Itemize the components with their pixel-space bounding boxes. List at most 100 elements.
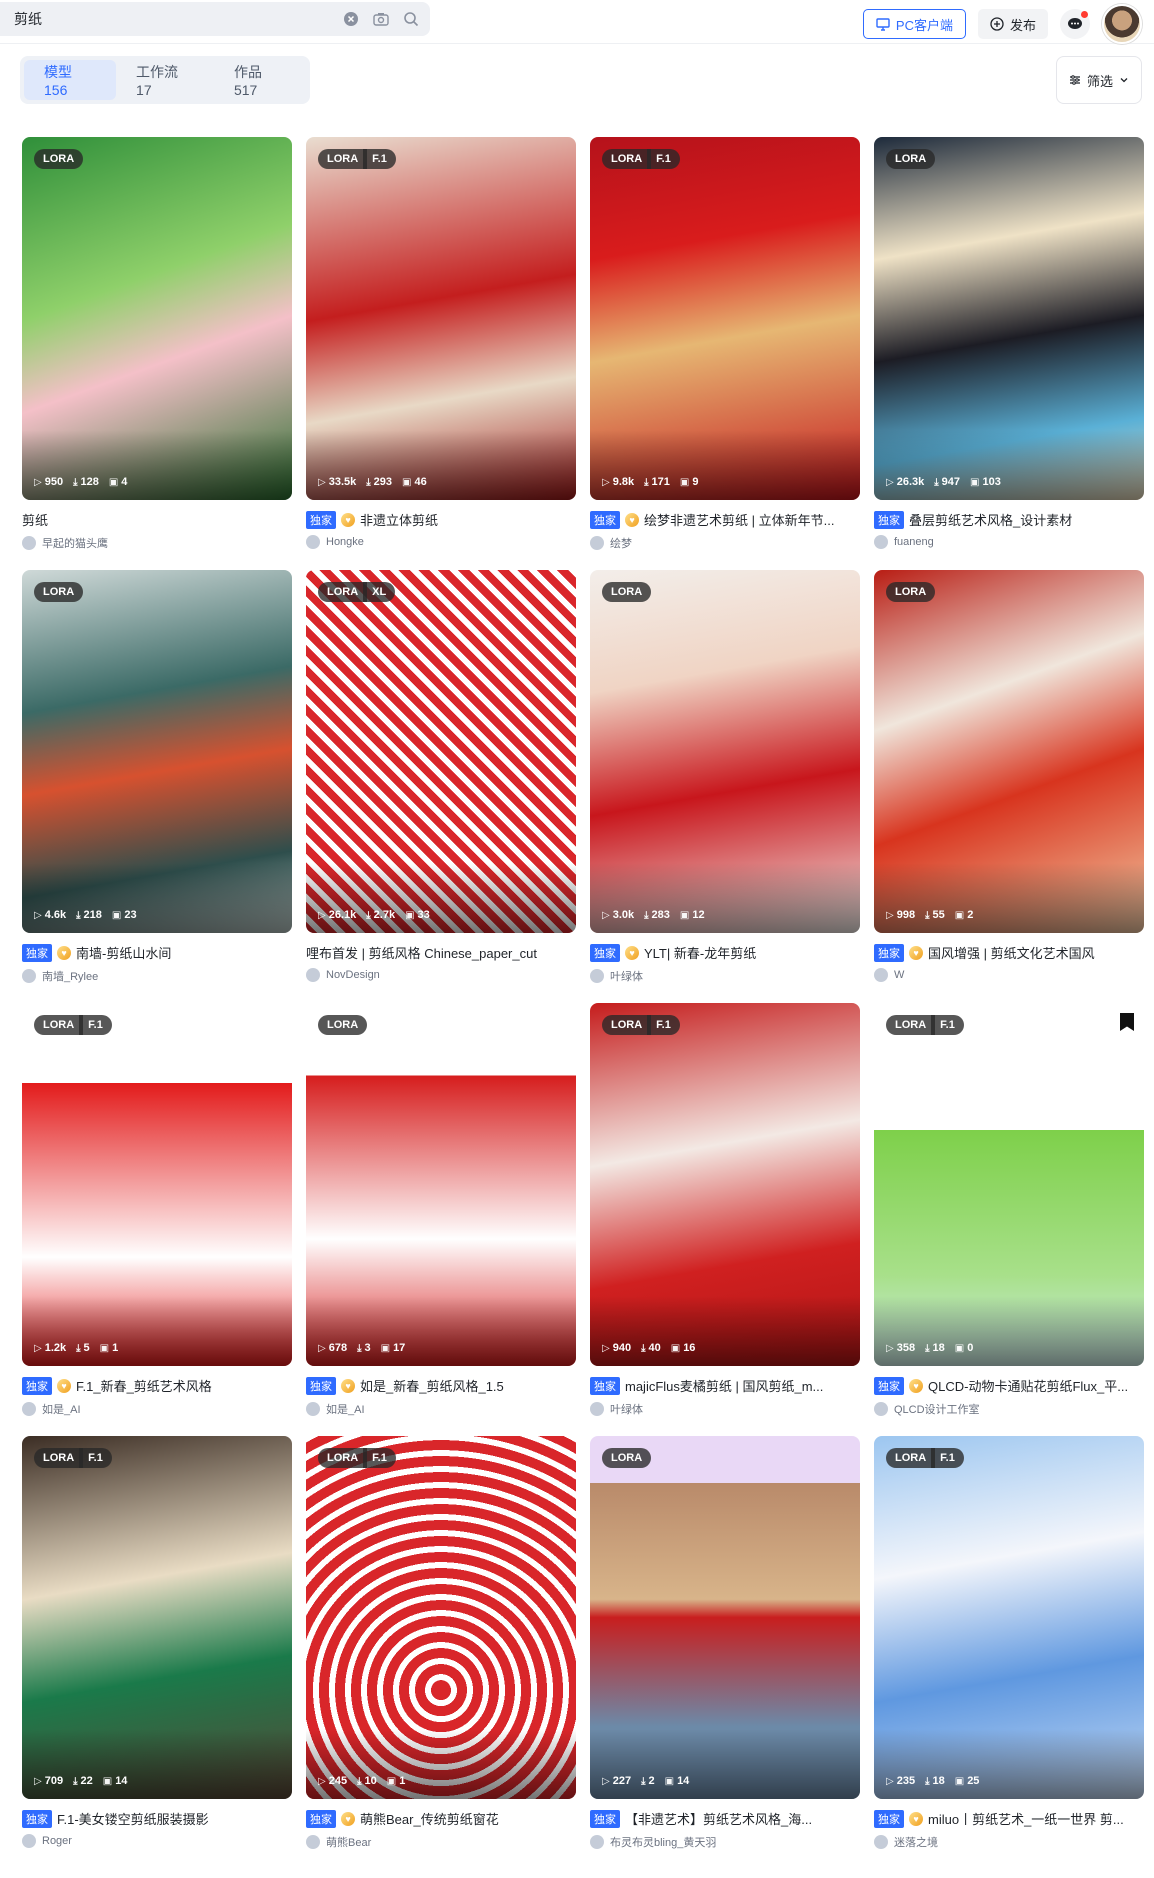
model-title[interactable]: 国风增强 | 剪纸文化艺术国风 (928, 943, 1095, 962)
author-name[interactable]: 南墙_Rylee (42, 968, 98, 984)
author-name[interactable]: fuaneng (894, 536, 934, 548)
model-title[interactable]: YLT| 新春-龙年剪纸 (644, 943, 756, 962)
card-title-row[interactable]: 独家 ♥ YLT| 新春-龙年剪纸 (590, 943, 860, 962)
model-thumbnail[interactable]: LORA ▷ 4.6k ⤓ 218 ▣ 23 (22, 570, 292, 933)
model-card[interactable]: LORA F.1 ▷ 33.5k ⤓ 293 ▣ 46 独家 ♥ 非遗立体剪纸 Hong… (306, 137, 576, 567)
model-title[interactable]: 剪纸 (22, 510, 48, 529)
card-title-row[interactable]: 独家 ♥ 如是_新春_剪纸风格_1.5 (306, 1376, 576, 1395)
model-thumbnail[interactable]: LORA F.1 ▷ 33.5k ⤓ 293 ▣ 46 (306, 137, 576, 500)
author-avatar[interactable] (874, 535, 888, 549)
model-card[interactable]: LORA XL ▷ 26.1k ⤓ 2.7k ▣ 33 哩布首发 | 剪纸风格 Chin… (306, 570, 576, 1000)
author-avatar[interactable] (590, 969, 604, 983)
model-thumbnail[interactable]: LORA F.1 ▷ 235 ⤓ 18 ▣ 25 (874, 1436, 1144, 1799)
card-title-row[interactable]: 独家 【非遗艺术】剪纸艺术风格_海... (590, 1809, 860, 1828)
model-card[interactable]: LORA ▷ 26.3k ⤓ 947 ▣ 103 独家 叠层剪纸艺术风格_设计素材 f… (874, 137, 1144, 567)
author-row[interactable]: 萌熊Bear (306, 1834, 371, 1850)
author-name[interactable]: NovDesign (326, 969, 380, 981)
author-row[interactable]: W (874, 968, 904, 982)
model-title[interactable]: 绘梦非遗艺术剪纸 | 立体新年节... (644, 510, 834, 529)
model-title[interactable]: majicFlus麦橘剪纸 | 国风剪纸_m... (625, 1376, 823, 1395)
author-row[interactable]: 早起的猫头鹰 (22, 535, 108, 551)
author-name[interactable]: 萌熊Bear (326, 1834, 371, 1850)
model-thumbnail[interactable]: LORA ▷ 3.0k ⤓ 283 ▣ 12 (590, 570, 860, 933)
clear-icon[interactable] (340, 8, 362, 30)
card-title-row[interactable]: 哩布首发 | 剪纸风格 Chinese_paper_cut (306, 943, 576, 962)
model-card[interactable]: LORA F.1 ▷ 235 ⤓ 18 ▣ 25 独家 ♥ miluo丨剪纸艺术_一纸一… (874, 1436, 1144, 1866)
author-name[interactable]: W (894, 969, 904, 981)
author-avatar[interactable] (22, 1402, 36, 1416)
model-thumbnail[interactable]: LORA XL ▷ 26.1k ⤓ 2.7k ▣ 33 (306, 570, 576, 933)
model-thumbnail[interactable]: LORA F.1 ▷ 358 ⤓ 18 ▣ 0 (874, 1003, 1144, 1366)
pc-client-button[interactable]: PC客户端 (862, 9, 966, 39)
search-icon[interactable] (400, 8, 422, 30)
author-row[interactable]: Roger (22, 1834, 72, 1848)
camera-icon[interactable] (370, 8, 392, 30)
model-thumbnail[interactable]: LORA F.1 ▷ 940 ⤓ 40 ▣ 16 (590, 1003, 860, 1366)
model-title[interactable]: miluo丨剪纸艺术_一纸一世界 剪... (928, 1809, 1124, 1828)
author-avatar[interactable] (306, 535, 320, 549)
model-card[interactable]: LORA ▷ 227 ⤓ 2 ▣ 14 独家 【非遗艺术】剪纸艺术风格_海... 布灵… (590, 1436, 860, 1866)
author-avatar[interactable] (306, 968, 320, 982)
model-card[interactable]: LORA ▷ 678 ⤓ 3 ▣ 17 独家 ♥ 如是_新春_剪纸风格_1.5 如是_… (306, 1003, 576, 1433)
search-bar[interactable]: 剪纸 (0, 2, 430, 36)
model-card[interactable]: LORA ▷ 950 ⤓ 128 ▣ 4 剪纸 早起的猫头鹰 (22, 137, 292, 567)
model-title[interactable]: 非遗立体剪纸 (360, 510, 438, 529)
author-avatar[interactable] (590, 1402, 604, 1416)
model-thumbnail[interactable]: LORA ▷ 678 ⤓ 3 ▣ 17 (306, 1003, 576, 1366)
author-row[interactable]: 迷落之境 (874, 1834, 938, 1850)
author-avatar[interactable] (306, 1835, 320, 1849)
author-avatar[interactable] (306, 1402, 320, 1416)
model-thumbnail[interactable]: LORA ▷ 26.3k ⤓ 947 ▣ 103 (874, 137, 1144, 500)
author-name[interactable]: 迷落之境 (894, 1834, 938, 1850)
model-title[interactable]: 如是_新春_剪纸风格_1.5 (360, 1376, 504, 1395)
model-card[interactable]: LORA F.1 ▷ 9.8k ⤓ 171 ▣ 9 独家 ♥ 绘梦非遗艺术剪纸 | 立体… (590, 137, 860, 567)
author-row[interactable]: fuaneng (874, 535, 934, 549)
card-title-row[interactable]: 独家 ♥ F.1_新春_剪纸艺术风格 (22, 1376, 292, 1395)
model-thumbnail[interactable]: LORA F.1 ▷ 245 ⤓ 10 ▣ 1 (306, 1436, 576, 1799)
model-thumbnail[interactable]: LORA F.1 ▷ 9.8k ⤓ 171 ▣ 9 (590, 137, 860, 500)
tab-models[interactable]: 模型 156 (24, 60, 117, 100)
publish-button[interactable]: 发布 (977, 9, 1048, 39)
author-name[interactable]: 如是_AI (326, 1401, 365, 1417)
model-card[interactable]: LORA F.1 ▷ 245 ⤓ 10 ▣ 1 独家 ♥ 萌熊Bear_传统剪纸窗花 萌… (306, 1436, 576, 1866)
model-card[interactable]: LORA F.1 ▷ 358 ⤓ 18 ▣ 0 独家 ♥ QLCD-动物卡通贴花剪纸Fl… (874, 1003, 1144, 1433)
card-title-row[interactable]: 独家 叠层剪纸艺术风格_设计素材 (874, 510, 1144, 529)
author-name[interactable]: 如是_AI (42, 1401, 81, 1417)
model-card[interactable]: LORA F.1 ▷ 709 ⤓ 22 ▣ 14 独家 F.1-美女镂空剪纸服装摄影 R… (22, 1436, 292, 1866)
author-row[interactable]: NovDesign (306, 968, 380, 982)
author-row[interactable]: 如是_AI (22, 1401, 81, 1417)
author-row[interactable]: 如是_AI (306, 1401, 365, 1417)
model-title[interactable]: 叠层剪纸艺术风格_设计素材 (909, 510, 1072, 529)
card-title-row[interactable]: 独家 ♥ miluo丨剪纸艺术_一纸一世界 剪... (874, 1809, 1144, 1828)
author-row[interactable]: 布灵布灵bling_黄天羽 (590, 1834, 716, 1850)
author-name[interactable]: 叶绿体 (610, 968, 643, 984)
model-thumbnail[interactable]: LORA ▷ 998 ⤓ 55 ▣ 2 (874, 570, 1144, 933)
author-row[interactable]: 南墙_Rylee (22, 968, 98, 984)
author-row[interactable]: Hongke (306, 535, 364, 549)
tab-works[interactable]: 作品 517 (214, 60, 306, 100)
author-name[interactable]: QLCD设计工作室 (894, 1401, 980, 1417)
author-row[interactable]: 叶绿体 (590, 968, 643, 984)
author-row[interactable]: 绘梦 (590, 535, 632, 551)
model-thumbnail[interactable]: LORA ▷ 950 ⤓ 128 ▣ 4 (22, 137, 292, 500)
author-avatar[interactable] (22, 969, 36, 983)
card-title-row[interactable]: 独家 majicFlus麦橘剪纸 | 国风剪纸_m... (590, 1376, 860, 1395)
model-thumbnail[interactable]: LORA ▷ 227 ⤓ 2 ▣ 14 (590, 1436, 860, 1799)
model-card[interactable]: LORA F.1 ▷ 940 ⤓ 40 ▣ 16 独家 majicFlus麦橘剪纸 | … (590, 1003, 860, 1433)
model-card[interactable]: LORA ▷ 4.6k ⤓ 218 ▣ 23 独家 ♥ 南墙-剪纸山水间 南墙_Ryl… (22, 570, 292, 1000)
card-title-row[interactable]: 独家 F.1-美女镂空剪纸服装摄影 (22, 1809, 292, 1828)
tab-workflows[interactable]: 工作流 17 (116, 60, 214, 100)
card-title-row[interactable]: 独家 ♥ QLCD-动物卡通贴花剪纸Flux_平... (874, 1376, 1144, 1395)
model-title[interactable]: F.1_新春_剪纸艺术风格 (76, 1376, 212, 1395)
model-title[interactable]: 萌熊Bear_传统剪纸窗花 (360, 1809, 499, 1828)
author-avatar[interactable] (22, 1834, 36, 1848)
model-title[interactable]: F.1-美女镂空剪纸服装摄影 (57, 1809, 209, 1828)
author-name[interactable]: Roger (42, 1835, 72, 1847)
author-name[interactable]: Hongke (326, 536, 364, 548)
model-card[interactable]: LORA F.1 ▷ 1.2k ⤓ 5 ▣ 1 独家 ♥ F.1_新春_剪纸艺术风格 如… (22, 1003, 292, 1433)
model-title[interactable]: 【非遗艺术】剪纸艺术风格_海... (625, 1809, 812, 1828)
author-row[interactable]: QLCD设计工作室 (874, 1401, 980, 1417)
author-row[interactable]: 叶绿体 (590, 1401, 643, 1417)
model-card[interactable]: LORA ▷ 3.0k ⤓ 283 ▣ 12 独家 ♥ YLT| 新春-龙年剪纸 叶绿… (590, 570, 860, 1000)
card-title-row[interactable]: 独家 ♥ 非遗立体剪纸 (306, 510, 576, 529)
